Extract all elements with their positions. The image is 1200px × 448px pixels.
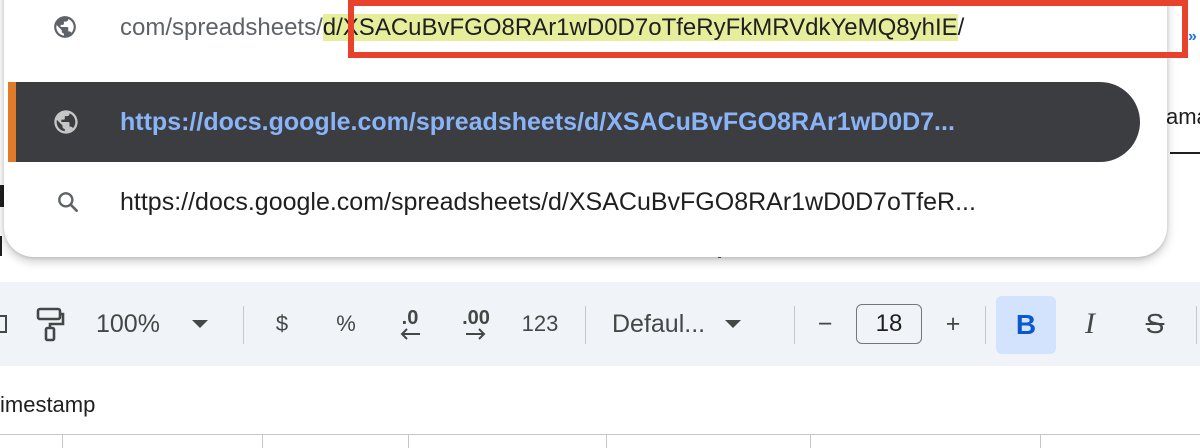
currency-label: $ xyxy=(275,311,289,336)
minus-icon: − xyxy=(817,309,833,338)
toolbar-divider xyxy=(985,306,986,344)
toolbar-partial-icon xyxy=(0,282,8,366)
increase-decimal-button[interactable]: .00 xyxy=(452,282,500,366)
plus-icon: + xyxy=(945,309,961,338)
italic-button[interactable]: I xyxy=(1068,282,1112,366)
paint-format-button[interactable] xyxy=(28,282,72,366)
url-selection: d/XSACuBvFGO8RAr1wD0D7oTfeRyFkMRVdkYeMQ8… xyxy=(322,14,958,41)
chevron-down-icon xyxy=(725,320,742,328)
formatting-toolbar: 100% $ % .0 .00 123 Defaul... − 18 + B I… xyxy=(0,282,1200,366)
globe-icon xyxy=(50,12,80,42)
more-formats-button[interactable]: 123 xyxy=(516,282,564,366)
bold-button[interactable]: B xyxy=(996,296,1056,354)
url-suffix: / xyxy=(957,14,965,41)
font-value: Defaul... xyxy=(612,309,706,338)
cell-a1[interactable]: imestamp xyxy=(0,392,95,418)
font-size-input[interactable]: 18 xyxy=(856,304,922,344)
search-icon xyxy=(52,186,84,218)
grid-line xyxy=(408,434,409,448)
grid-line xyxy=(606,434,607,448)
toolbar-divider xyxy=(1196,306,1197,344)
decrease-decimal-button[interactable]: .0 xyxy=(386,282,434,366)
font-select[interactable]: Defaul... xyxy=(612,282,782,366)
suggestion-item-selected[interactable]: https://docs.google.com/spreadsheets/d/X… xyxy=(8,82,1140,162)
decrease-font-size-button[interactable]: − xyxy=(808,282,842,366)
percent-format-button[interactable]: % xyxy=(326,282,366,366)
decrease-decimal-label: .0 xyxy=(401,307,419,329)
globe-icon xyxy=(50,106,82,138)
strikethrough-button[interactable]: S xyxy=(1132,282,1178,366)
suggestion-url: https://docs.google.com/spreadsheets/d/X… xyxy=(120,108,955,136)
number-format-label: 123 xyxy=(521,311,559,336)
suggestion-item[interactable]: https://docs.google.com/spreadsheets/d/X… xyxy=(8,162,1148,242)
grid-line xyxy=(1040,434,1041,448)
increase-decimal-label: .00 xyxy=(462,307,490,329)
grid-line xyxy=(0,434,1200,435)
toolbar-divider xyxy=(243,306,244,344)
url-prefix: com/spreadsheets/ xyxy=(120,14,323,41)
zoom-value: 100% xyxy=(96,309,160,338)
toolbar-divider xyxy=(794,306,795,344)
omnibox-input-row[interactable]: com/spreadsheets/d/XSACuBvFGO8RAr1wD0D7o… xyxy=(4,0,1167,52)
italic-label: I xyxy=(1085,307,1095,340)
currency-format-button[interactable]: $ xyxy=(262,282,302,366)
suggestion-url: https://docs.google.com/spreadsheets/d/X… xyxy=(120,188,976,216)
strikethrough-label: S xyxy=(1145,308,1165,339)
arrow-right-icon xyxy=(466,328,486,340)
omnibox-input[interactable]: com/spreadsheets/d/XSACuBvFGO8RAr1wD0D7o… xyxy=(120,8,1120,48)
arrow-left-icon xyxy=(400,328,420,340)
grid-line xyxy=(810,434,811,448)
toolbar-divider xyxy=(585,306,586,344)
paint-roller-icon xyxy=(36,307,65,342)
tab-underline xyxy=(1170,152,1200,154)
selection-accent-bar xyxy=(8,82,16,162)
zoom-select[interactable]: 100% xyxy=(96,282,246,366)
chevron-down-icon xyxy=(191,320,208,328)
partial-header-text: ama xyxy=(1166,104,1200,129)
grid-line xyxy=(62,434,63,448)
percent-label: % xyxy=(336,311,356,336)
grid-line xyxy=(262,434,263,448)
omnibox-dropdown: com/spreadsheets/d/XSACuBvFGO8RAr1wD0D7o… xyxy=(4,0,1188,257)
increase-font-size-button[interactable]: + xyxy=(936,282,970,366)
chevron-right-icon[interactable]: » xyxy=(1188,28,1197,46)
